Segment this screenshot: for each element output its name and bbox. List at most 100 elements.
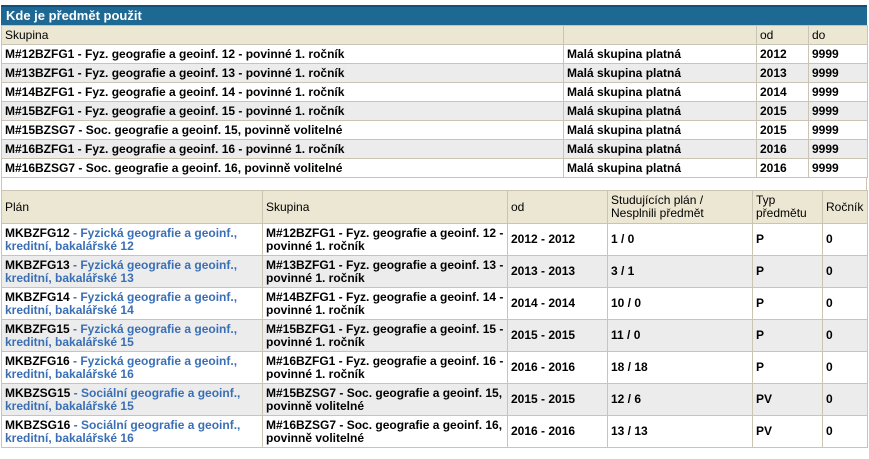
plan-cell: MKBZFG16 - Fyzická geografie a geoinf., …	[1, 351, 263, 384]
to-cell: 9999	[808, 63, 868, 83]
table-row: MKBZFG15 - Fyzická geografie a geoinf., …	[1, 319, 868, 352]
group-cell: M#16BZFG1 - Fyz. geografie a geoinf. 16 …	[262, 351, 508, 384]
type-cell: PV	[752, 415, 823, 448]
year-cell: 0	[822, 319, 868, 352]
where-used-panel: Kde je předmět použit Skupina od do M#12…	[1, 5, 868, 448]
plan-code: MKBZFG12	[5, 225, 70, 240]
group-cell: M#15BZFG1 - Fyz. geografie a geoinf. 15 …	[1, 101, 564, 121]
valid-cell: Malá skupina platná	[563, 82, 757, 102]
plan-cell: MKBZFG14 - Fyzická geografie a geoinf., …	[1, 287, 263, 320]
students-cell: 12 / 6	[607, 383, 753, 416]
year-cell: 0	[822, 223, 868, 256]
students-cell: 11 / 0	[607, 319, 753, 352]
year-cell: 0	[822, 351, 868, 384]
type-cell: P	[752, 255, 823, 288]
plan-code: MKBZSG16	[5, 417, 71, 432]
groups-col-valid	[563, 25, 757, 45]
plan-code: MKBZFG15	[5, 321, 70, 336]
students-cell: 18 / 18	[607, 351, 753, 384]
plans-col-type: Typ předmětu	[752, 190, 823, 224]
students-cell: 1 / 0	[607, 223, 753, 256]
group-cell: M#13BZFG1 - Fyz. geografie a geoinf. 13 …	[262, 255, 508, 288]
plans-table: Plán Skupina od Studujících plán / Nespl…	[1, 190, 868, 448]
group-cell: M#14BZFG1 - Fyz. geografie a geoinf. 14 …	[262, 287, 508, 320]
plan-code: MKBZFG13	[5, 257, 70, 272]
plan-cell: MKBZFG15 - Fyzická geografie a geoinf., …	[1, 319, 263, 352]
type-cell: P	[752, 287, 823, 320]
year-cell: 0	[822, 287, 868, 320]
table-row: M#14BZFG1 - Fyz. geografie a geoinf. 14 …	[1, 82, 868, 102]
group-cell: M#13BZFG1 - Fyz. geografie a geoinf. 13 …	[1, 63, 564, 83]
table-row: MKBZFG16 - Fyzická geografie a geoinf., …	[1, 351, 868, 384]
plans-col-group: Skupina	[262, 190, 508, 224]
to-cell: 9999	[808, 44, 868, 64]
table-row: MKBZFG12 - Fyzická geografie a geoinf., …	[1, 223, 868, 256]
groups-col-to: do	[808, 25, 868, 45]
plans-col-from: od	[507, 190, 608, 224]
valid-cell: Malá skupina platná	[563, 44, 757, 64]
plan-separator: -	[70, 417, 82, 432]
plans-col-plan: Plán	[1, 190, 263, 224]
table-row: MKBZFG13 - Fyzická geografie a geoinf., …	[1, 255, 868, 288]
groups-col-from: od	[756, 25, 809, 45]
group-cell: M#14BZFG1 - Fyz. geografie a geoinf. 14 …	[1, 82, 564, 102]
type-cell: P	[752, 351, 823, 384]
group-cell: M#12BZFG1 - Fyz. geografie a geoinf. 12 …	[262, 223, 508, 256]
to-cell: 9999	[808, 82, 868, 102]
period-cell: 2016 - 2016	[507, 351, 608, 384]
plan-separator: -	[69, 321, 81, 336]
table-row: M#16BZFG1 - Fyz. geografie a geoinf. 16 …	[1, 139, 868, 159]
year-cell: 0	[822, 415, 868, 448]
year-cell: 0	[822, 383, 868, 416]
plan-code: MKBZSG15	[5, 385, 71, 400]
group-cell: M#16BZSG7 - Soc. geografie a geoinf. 16,…	[1, 158, 564, 178]
table-row: M#16BZSG7 - Soc. geografie a geoinf. 16,…	[1, 158, 868, 178]
group-cell: M#16BZFG1 - Fyz. geografie a geoinf. 16 …	[1, 139, 564, 159]
group-cell: M#15BZSG7 - Soc. geografie a geoinf. 15,…	[262, 383, 508, 416]
period-cell: 2014 - 2014	[507, 287, 608, 320]
students-cell: 13 / 13	[607, 415, 753, 448]
from-cell: 2015	[756, 120, 809, 140]
to-cell: 9999	[808, 120, 868, 140]
plans-col-students: Studujících plán / Nesplnili předmět	[607, 190, 753, 224]
table-row: M#13BZFG1 - Fyz. geografie a geoinf. 13 …	[1, 63, 868, 83]
plan-cell: MKBZSG16 - Sociální geografie a geoinf.,…	[1, 415, 263, 448]
table-row: M#15BZSG7 - Soc. geografie a geoinf. 15,…	[1, 120, 868, 140]
groups-table: Skupina od do M#12BZFG1 - Fyz. geografie…	[1, 25, 868, 178]
table-row: MKBZSG15 - Sociální geografie a geoinf.,…	[1, 383, 868, 416]
plan-separator: -	[70, 385, 82, 400]
groups-header-row: Skupina od do	[1, 25, 868, 45]
period-cell: 2015 - 2015	[507, 319, 608, 352]
valid-cell: Malá skupina platná	[563, 101, 757, 121]
period-cell: 2013 - 2013	[507, 255, 608, 288]
plans-header-row: Plán Skupina od Studujících plán / Nespl…	[1, 190, 868, 224]
from-cell: 2014	[756, 82, 809, 102]
students-cell: 10 / 0	[607, 287, 753, 320]
table-row: MKBZSG16 - Sociální geografie a geoinf.,…	[1, 415, 868, 448]
groups-col-group: Skupina	[1, 25, 564, 45]
plan-separator: -	[69, 289, 81, 304]
table-row: M#12BZFG1 - Fyz. geografie a geoinf. 12 …	[1, 44, 868, 64]
plan-code: MKBZFG16	[5, 353, 70, 368]
table-row: MKBZFG14 - Fyzická geografie a geoinf., …	[1, 287, 868, 320]
plan-cell: MKBZSG15 - Sociální geografie a geoinf.,…	[1, 383, 263, 416]
valid-cell: Malá skupina platná	[563, 120, 757, 140]
table-row: M#15BZFG1 - Fyz. geografie a geoinf. 15 …	[1, 101, 868, 121]
to-cell: 9999	[808, 101, 868, 121]
from-cell: 2013	[756, 63, 809, 83]
plan-code: MKBZFG14	[5, 289, 70, 304]
to-cell: 9999	[808, 158, 868, 178]
period-cell: 2015 - 2015	[507, 383, 608, 416]
plan-separator: -	[69, 257, 81, 272]
plan-separator: -	[69, 225, 81, 240]
type-cell: P	[752, 223, 823, 256]
period-cell: 2016 - 2016	[507, 415, 608, 448]
plan-cell: MKBZFG12 - Fyzická geografie a geoinf., …	[1, 223, 263, 256]
period-cell: 2012 - 2012	[507, 223, 608, 256]
from-cell: 2016	[756, 139, 809, 159]
panel-title: Kde je předmět použit	[1, 5, 867, 25]
table-spacer	[1, 178, 867, 190]
group-cell: M#16BZSG7 - Soc. geografie a geoinf. 16,…	[262, 415, 508, 448]
group-cell: M#15BZSG7 - Soc. geografie a geoinf. 15,…	[1, 120, 564, 140]
plans-col-year: Ročník	[822, 190, 868, 224]
